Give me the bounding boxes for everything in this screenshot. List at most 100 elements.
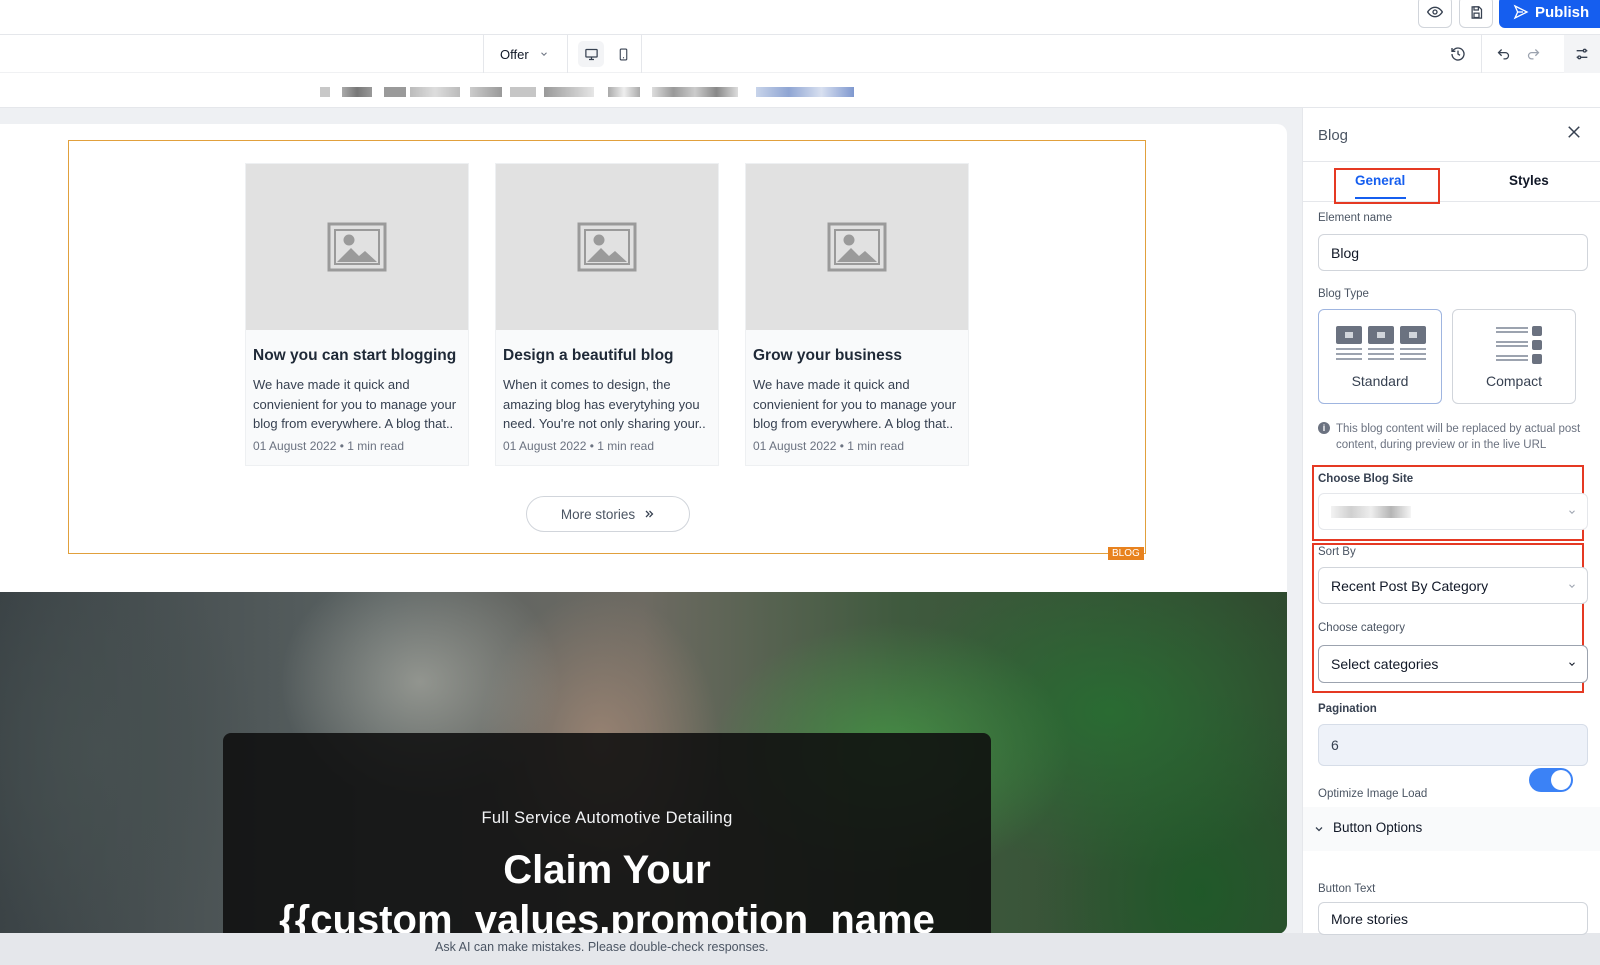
blog-card-excerpt: We have made it quick and convienient fo… — [753, 377, 957, 431]
blog-type-standard-label: Standard — [1351, 373, 1409, 389]
standard-layout-icon — [1336, 326, 1426, 360]
double-chevron-right-icon — [645, 510, 654, 518]
pagination-input[interactable]: 6 — [1318, 724, 1588, 766]
undo-button[interactable] — [1490, 41, 1516, 67]
blog-info-note: i This blog content will be replaced by … — [1318, 421, 1593, 453]
hero-title: Claim Your {{custom_values.promotion_nam… — [223, 845, 991, 934]
history-icon — [1451, 47, 1465, 61]
save-button[interactable] — [1459, 0, 1493, 28]
desktop-icon — [584, 48, 598, 60]
blog-info-text: This blog content will be replaced by ac… — [1336, 423, 1581, 451]
more-stories-button[interactable]: More stories — [526, 496, 690, 532]
redo-button[interactable] — [1520, 41, 1546, 67]
button-options-label: Button Options — [1333, 820, 1423, 835]
redacted-block — [608, 87, 640, 97]
redacted-block — [320, 87, 330, 97]
editor-canvas: BLOG Now you can start blogging We have … — [0, 108, 1302, 934]
image-placeholder-icon — [827, 222, 887, 272]
image-placeholder-icon — [327, 222, 387, 272]
blog-type-standard[interactable]: Standard — [1318, 309, 1442, 404]
image-placeholder-icon — [577, 222, 637, 272]
blog-type-compact[interactable]: Compact — [1452, 309, 1576, 404]
undo-icon — [1497, 48, 1509, 59]
close-icon[interactable] — [1565, 123, 1583, 141]
blog-type-compact-label: Compact — [1485, 373, 1543, 389]
blog-card[interactable]: Grow your business We have made it quick… — [745, 163, 969, 466]
redacted-block — [544, 87, 594, 97]
chevron-down-icon — [1569, 584, 1575, 588]
blog-card-read-time: 1 min read — [597, 439, 654, 453]
redacted-block — [384, 87, 406, 97]
ai-disclaimer-text: Ask AI can make mistakes. Please double-… — [435, 940, 769, 954]
save-icon — [1471, 5, 1482, 19]
category-select[interactable]: Select categories — [1318, 645, 1588, 683]
top-toolbar: Publish — [0, 0, 1600, 35]
element-settings-panel: Blog General Styles Element name Blog Bl… — [1302, 108, 1600, 935]
button-text-input[interactable]: More stories — [1318, 902, 1588, 935]
button-options-section[interactable]: Button Options — [1303, 807, 1600, 851]
blog-site-select[interactable] — [1318, 493, 1588, 530]
settings-sliders-icon — [1576, 48, 1588, 60]
blog-card-read-time: 1 min read — [847, 439, 904, 453]
more-stories-label: More stories — [560, 506, 636, 522]
element-name-label: Element name — [1318, 212, 1393, 224]
preview-button[interactable] — [1418, 0, 1452, 28]
blog-card-excerpt: When it comes to design, the amazing blo… — [503, 377, 706, 431]
chevron-down-icon — [1569, 510, 1575, 514]
blog-card-read-time: 1 min read — [347, 439, 404, 453]
info-icon: i — [1318, 422, 1330, 434]
page-select-value: Offer — [500, 46, 529, 62]
page-select[interactable]: Offer — [483, 35, 568, 73]
hero-subtitle: Full Service Automotive Detailing — [481, 809, 733, 827]
redacted-nav-strip — [0, 73, 1600, 108]
hero-overlay-box: Full Service Automotive Detailing Claim … — [223, 733, 991, 934]
blog-card[interactable]: Now you can start blogging We have made … — [245, 163, 469, 466]
history-button[interactable] — [1445, 41, 1471, 67]
panel-header: Blog — [1303, 108, 1600, 162]
choose-category-label: Choose category — [1318, 622, 1405, 634]
publish-button[interactable]: Publish — [1499, 0, 1600, 28]
eye-icon — [1427, 6, 1443, 18]
blog-card-meta: 01 August 2022 • 1 min read — [253, 439, 404, 453]
mobile-view-button[interactable] — [610, 41, 636, 67]
redacted-block — [342, 87, 372, 97]
blog-card-image — [746, 164, 968, 330]
blog-card-date: 01 August 2022 — [753, 439, 837, 453]
redacted-value — [1331, 505, 1411, 518]
sort-by-value: Recent Post By Category — [1331, 577, 1489, 594]
redacted-block — [652, 87, 738, 97]
sort-by-select[interactable]: Recent Post By Category — [1318, 567, 1588, 604]
settings-button[interactable] — [1564, 35, 1600, 73]
optimize-image-toggle[interactable] — [1529, 768, 1573, 792]
panel-title: Blog — [1318, 127, 1349, 144]
redacted-block — [470, 87, 502, 97]
blog-card-title: Grow your business — [753, 347, 903, 364]
desktop-view-button[interactable] — [578, 41, 604, 67]
redo-icon — [1527, 48, 1539, 59]
blog-card-title: Now you can start blogging — [253, 347, 457, 364]
blog-card-image — [496, 164, 718, 330]
hero-section[interactable]: Full Service Automotive Detailing Claim … — [0, 592, 1287, 934]
highlight-box — [1334, 168, 1440, 204]
element-name-input[interactable]: Blog — [1318, 234, 1588, 271]
page-preview: BLOG Now you can start blogging We have … — [0, 124, 1287, 934]
compact-layout-icon — [1496, 326, 1542, 364]
blog-card-date: 01 August 2022 — [503, 439, 587, 453]
sort-by-label: Sort By — [1318, 546, 1356, 558]
editor-subbar: Offer — [0, 35, 1600, 73]
choose-blog-site-label: Choose Blog Site — [1318, 473, 1414, 485]
redacted-block — [756, 87, 854, 97]
blog-card[interactable]: Design a beautiful blog When it comes to… — [495, 163, 719, 466]
tab-styles[interactable]: Styles — [1509, 173, 1549, 188]
mobile-icon — [619, 48, 627, 60]
blog-card-title: Design a beautiful blog — [503, 347, 674, 364]
send-icon — [1513, 4, 1529, 20]
hero-title-line: {{custom_values.promotion_name — [279, 898, 935, 934]
chevron-down-icon — [1315, 827, 1323, 832]
blog-type-label: Blog Type — [1318, 288, 1369, 300]
blog-element-tag: BLOG — [1108, 547, 1144, 560]
device-switcher — [568, 35, 642, 73]
chevron-down-icon — [540, 52, 547, 56]
ai-disclaimer-bar: Ask AI can make mistakes. Please double-… — [0, 933, 1600, 965]
redacted-block — [410, 87, 460, 97]
